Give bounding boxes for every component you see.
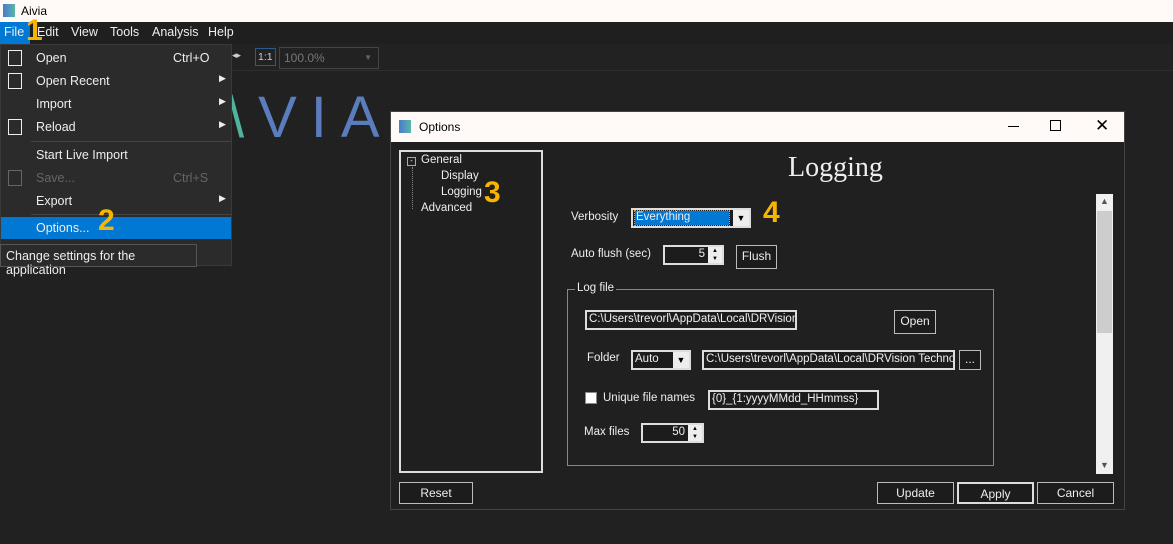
annotation-4: 4	[763, 196, 780, 229]
menu-item-import[interactable]: Import ▶	[1, 93, 231, 115]
unique-checkbox[interactable]	[585, 392, 597, 404]
chevron-right-icon: ▶	[219, 96, 226, 106]
tree-item-general[interactable]: General	[421, 154, 462, 166]
options-dialog: Options ✕ - General Display Logging Adva…	[390, 111, 1125, 510]
flush-button[interactable]: Flush	[736, 245, 777, 269]
tree-item-logging[interactable]: Logging	[441, 186, 482, 198]
tooltip: Change settings for the application	[0, 244, 197, 277]
folder-path-input[interactable]: C:\Users\trevorl\AppData\Local\DRVision …	[702, 350, 955, 370]
reload-icon	[8, 119, 22, 135]
minimize-icon[interactable]	[1008, 126, 1019, 127]
aivia-logo: \VIA	[228, 85, 394, 150]
annotation-1: 1	[26, 14, 43, 47]
scrollbar-thumb	[1097, 211, 1112, 333]
browse-button[interactable]: ...	[959, 350, 981, 370]
unique-pattern-input[interactable]: {0}_{1:yyyyMMdd_HHmmss}	[708, 390, 879, 410]
spinner-icon: ▲ ▼	[688, 425, 702, 441]
recent-icon	[8, 73, 22, 89]
save-icon	[8, 170, 22, 186]
zoom-select[interactable]: 100.0% ▼	[279, 47, 379, 69]
menu-analysis[interactable]: Analysis	[152, 25, 199, 39]
close-icon[interactable]: ✕	[1095, 116, 1109, 136]
update-button[interactable]: Update	[877, 482, 954, 504]
menu-view[interactable]: View	[71, 25, 98, 39]
menu-item-options[interactable]: Options...	[1, 217, 231, 239]
file-icon	[8, 50, 22, 66]
chevron-right-icon: ▶	[219, 119, 226, 129]
page-title: Logging	[788, 152, 883, 183]
logfile-group-label: Log file	[575, 282, 617, 294]
folder-mode-select[interactable]: Auto ▼	[631, 350, 691, 370]
scroll-up-icon: ▲	[1100, 196, 1109, 206]
reset-button[interactable]: Reset	[399, 482, 473, 504]
fit-icon[interactable]: ◂▸	[232, 50, 241, 61]
menu-item-save: Save... Ctrl+S	[1, 167, 231, 189]
tree-item-advanced[interactable]: Advanced	[421, 202, 472, 214]
maxfiles-label: Max files	[584, 426, 630, 438]
verbosity-select[interactable]: Everything ▼	[631, 208, 751, 228]
maximize-icon[interactable]	[1050, 120, 1061, 131]
app-titlebar: Aivia	[0, 0, 1173, 22]
chevron-right-icon: ▶	[219, 193, 226, 203]
chevron-down-icon: ▼	[364, 53, 372, 62]
actual-size-button[interactable]: 1:1	[255, 48, 276, 66]
app-icon	[3, 4, 15, 17]
dialog-titlebar: Options ✕	[391, 112, 1124, 142]
annotation-2: 2	[98, 204, 115, 237]
tree-item-display[interactable]: Display	[441, 170, 479, 182]
menu-item-open[interactable]: Open Ctrl+O	[1, 47, 231, 69]
menu-item-reload[interactable]: Reload ▶	[1, 116, 231, 138]
chevron-down-icon: ▼	[733, 210, 749, 226]
folder-label: Folder	[587, 352, 620, 364]
zoom-value: 100.0%	[284, 51, 325, 65]
file-menu: Open Ctrl+O Open Recent ▶ Import ▶ Reload ▶ …	[0, 44, 232, 266]
apply-button[interactable]: Apply	[957, 482, 1034, 504]
autoflush-label: Auto flush (sec)	[571, 248, 651, 260]
cancel-button[interactable]: Cancel	[1037, 482, 1114, 504]
autoflush-stepper[interactable]: 5 ▲ ▼	[663, 245, 724, 265]
scrollbar[interactable]: ▲ ▼	[1096, 194, 1113, 474]
verbosity-label: Verbosity	[571, 211, 619, 223]
dialog-title: Options	[419, 120, 461, 134]
chevron-right-icon: ▶	[219, 73, 226, 83]
menu-item-open-recent[interactable]: Open Recent ▶	[1, 70, 231, 92]
open-button[interactable]: Open	[894, 310, 936, 334]
menu-help[interactable]: Help	[208, 25, 234, 39]
app-icon	[399, 120, 411, 133]
maxfiles-stepper[interactable]: 50 ▲ ▼	[641, 423, 704, 443]
menu-item-start-live-import[interactable]: Start Live Import	[1, 144, 231, 166]
scroll-down-icon: ▼	[1100, 460, 1109, 470]
spinner-icon: ▲ ▼	[708, 247, 722, 263]
collapse-icon[interactable]: -	[407, 157, 416, 166]
chevron-down-icon: ▼	[673, 352, 689, 368]
menubar: File Edit View Tools Analysis Help	[0, 22, 1173, 44]
menu-tools[interactable]: Tools	[110, 25, 139, 39]
annotation-3: 3	[484, 176, 501, 209]
menu-item-export[interactable]: Export ▶	[1, 190, 231, 212]
logfile-path-input[interactable]: C:\Users\trevorl\AppData\Local\DRVision …	[585, 310, 797, 330]
options-tree: - General Display Logging Advanced	[399, 150, 543, 473]
unique-label: Unique file names	[603, 392, 696, 404]
